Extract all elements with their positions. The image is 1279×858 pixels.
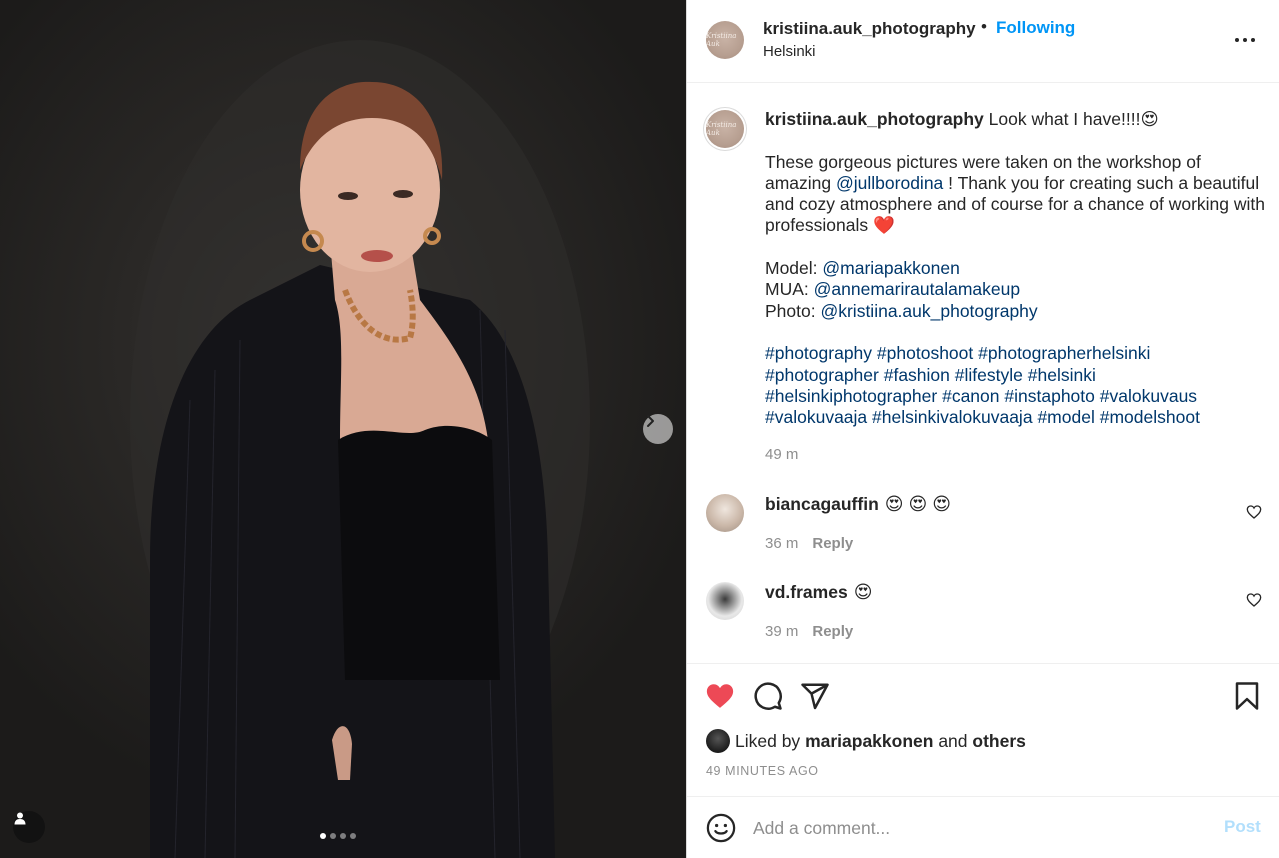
hashtag[interactable]: #model (1037, 407, 1094, 427)
author-avatar[interactable]: Kristiina Auk (706, 21, 744, 59)
following-button[interactable]: Following (996, 18, 1075, 38)
share-icon[interactable] (800, 681, 830, 711)
post-header: Kristiina Auk kristiina.auk_photography … (687, 0, 1279, 83)
post-comment-button[interactable]: Post (1224, 817, 1261, 837)
hashtag[interactable]: #valokuvaus (1100, 386, 1197, 406)
comment-icon[interactable] (753, 681, 783, 711)
post-actions: Liked by mariapakkonen and others 49 MIN… (687, 663, 1279, 796)
add-comment-bar: Post (687, 796, 1279, 858)
carousel-dot (330, 833, 336, 839)
mention-photo[interactable]: @kristiina.auk_photography (820, 301, 1037, 321)
caption-hashtags: #photography #photoshoot #photographerhe… (765, 343, 1265, 428)
liked-by-prefix: Liked by (735, 730, 801, 751)
post-timestamp[interactable]: 49 MINUTES AGO (706, 764, 819, 778)
hashtag[interactable]: #helsinkivalokuvaaja (872, 407, 1033, 427)
caption-credits: Model: @mariapakkonen MUA: @annemariraut… (765, 258, 1265, 322)
commenter-avatar[interactable] (706, 494, 744, 532)
carousel-indicator (320, 833, 356, 839)
hashtag[interactable]: #photographer (765, 365, 879, 385)
comment-item: biancagauffin 😍 😍 😍 36 m Reply (687, 488, 1279, 568)
avatar-signature: Kristiina Auk (706, 121, 737, 137)
tagged-users-button[interactable] (13, 811, 45, 843)
header-separator: • (981, 17, 987, 36)
emoji-icon[interactable] (706, 813, 736, 843)
credit-label: Photo: (765, 300, 821, 321)
carousel-dot (340, 833, 346, 839)
user-tag-icon (14, 812, 26, 825)
liker-avatar[interactable] (706, 729, 730, 753)
comment-text: 😍 (853, 582, 873, 602)
carousel-dot (350, 833, 356, 839)
caption-paragraph: These gorgeous pictures were taken on th… (765, 152, 1265, 237)
post-photo[interactable] (0, 0, 686, 858)
carousel-dot-active (320, 833, 326, 839)
comment-meta: 39 m Reply (765, 623, 853, 640)
post-location[interactable]: Helsinki (763, 43, 816, 60)
heart-eyes-emoji: 😍 (1140, 109, 1159, 129)
comment-time[interactable]: 36 m (765, 535, 798, 552)
avatar-signature: Kristiina Auk (706, 32, 737, 48)
comment-text: 😍 😍 😍 (884, 494, 952, 514)
commenter-avatar[interactable] (706, 582, 744, 620)
comment-time[interactable]: 39 m (765, 623, 798, 640)
caption-headline: kristiina.auk_photography Look what I ha… (765, 109, 1265, 130)
post-details-panel: Kristiina Auk kristiina.auk_photography … (686, 0, 1279, 858)
credit-label: MUA: (765, 279, 814, 300)
hashtag[interactable]: #photoshoot (877, 343, 973, 363)
mention-jullborodina[interactable]: @jullborodina (836, 173, 943, 193)
author-username[interactable]: kristiina.auk_photography (763, 19, 976, 39)
bookmark-icon[interactable] (1232, 681, 1262, 711)
heart-filled-icon[interactable] (705, 681, 735, 711)
next-slide-button[interactable] (643, 414, 673, 444)
hashtag[interactable]: #photographerhelsinki (978, 343, 1150, 363)
comment-username[interactable]: biancagauffin (765, 494, 879, 514)
comment-body: biancagauffin 😍 😍 😍 (765, 494, 951, 515)
hashtag[interactable]: #helsinkiphotographer (765, 386, 937, 406)
comment-body: vd.frames 😍 (765, 582, 872, 603)
hashtag[interactable]: #canon (942, 386, 999, 406)
hashtag[interactable]: #modelshoot (1100, 407, 1200, 427)
hashtag[interactable]: #fashion (884, 365, 950, 385)
post-caption: kristiina.auk_photography Look what I ha… (765, 109, 1265, 450)
reply-button[interactable]: Reply (812, 535, 853, 552)
comment-like-icon[interactable] (1246, 504, 1262, 520)
reply-button[interactable]: Reply (812, 623, 853, 640)
hashtag[interactable]: #helsinki (1028, 365, 1096, 385)
more-options-icon[interactable] (1233, 30, 1257, 50)
hashtag[interactable]: #photography (765, 343, 872, 363)
likes-summary: Liked by mariapakkonen and others (706, 729, 1026, 753)
mention-mua[interactable]: @annemarirautalamakeup (814, 279, 1021, 299)
hashtag[interactable]: #valokuvaaja (765, 407, 867, 427)
comment-input[interactable] (753, 815, 1193, 841)
comment-username[interactable]: vd.frames (765, 582, 848, 602)
caption-author-avatar[interactable]: Kristiina Auk (706, 110, 744, 148)
credit-label: Model: (765, 258, 823, 279)
hashtag[interactable]: #lifestyle (955, 365, 1023, 385)
comment-item: vd.frames 😍 39 m Reply (687, 576, 1279, 656)
red-heart-emoji: ❤️ (872, 215, 895, 236)
caption-username[interactable]: kristiina.auk_photography (765, 109, 984, 129)
liked-by-and: and (938, 730, 968, 751)
mention-model[interactable]: @mariapakkonen (822, 258, 959, 278)
chevron-right-icon (647, 415, 654, 427)
caption-headline-text: Look what I have!!!! (988, 109, 1141, 129)
liker-username[interactable]: mariapakkonen (805, 731, 933, 752)
comment-meta: 36 m Reply (765, 535, 853, 552)
hashtag[interactable]: #instaphoto (1004, 386, 1095, 406)
caption-timestamp[interactable]: 49 m (765, 446, 798, 463)
likes-others-link[interactable]: others (972, 731, 1025, 752)
portrait-illustration (130, 40, 590, 858)
comment-like-icon[interactable] (1246, 592, 1262, 608)
